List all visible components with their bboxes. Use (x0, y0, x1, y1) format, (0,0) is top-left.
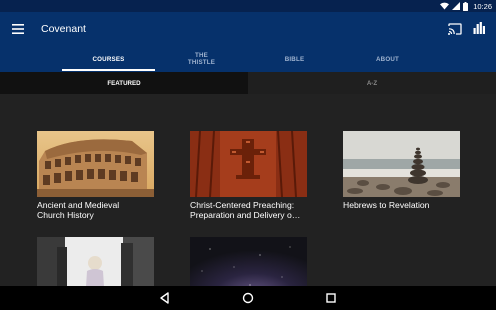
back-button[interactable] (158, 291, 172, 305)
app-bar: Covenant (0, 12, 496, 46)
subtab-featured[interactable]: FEATURED (0, 72, 248, 94)
sub-tabs: FEATURED A-Z (0, 72, 496, 94)
subtab-a-z[interactable]: A-Z (248, 72, 496, 94)
tab-bible-label: BIBLE (284, 55, 305, 63)
tab-about[interactable]: ABOUT (341, 46, 434, 72)
course-grid: Ancient and Medieval Church History Chri… (0, 94, 496, 286)
course-title-line1: Christ-Centered Preaching: (190, 200, 295, 210)
recents-button[interactable] (324, 291, 338, 305)
tab-thistle-label-line2: THISTLE (187, 59, 216, 66)
course-card-ancient-medieval[interactable]: Ancient and Medieval Church History (37, 131, 155, 220)
bar-chart-icon (473, 22, 485, 34)
active-tab-indicator (62, 69, 155, 71)
wooden-cross-thumbnail (190, 131, 307, 197)
course-card-christ-centered-preaching[interactable]: Christ-Centered Preaching: Preparation a… (190, 131, 308, 220)
menu-button[interactable] (11, 21, 25, 37)
course-card-hebrews-to-revelation[interactable]: Hebrews to Revelation (343, 131, 461, 210)
course-title-line1: Hebrews to Revelation (343, 200, 430, 210)
course-title-line1: Ancient and Medieval (37, 200, 120, 210)
menu-icon (12, 24, 24, 34)
home-icon (242, 292, 254, 304)
subtab-az-label: A-Z (366, 79, 378, 87)
course-title-line2: Preparation and Delivery o… (190, 210, 301, 220)
tab-about-label: ABOUT (376, 55, 399, 63)
tab-the-thistle[interactable]: THE THISTLE (155, 46, 248, 72)
back-icon (160, 292, 169, 304)
stacked-stones-thumbnail (343, 131, 460, 197)
colosseum-thumbnail (37, 131, 154, 197)
course-title: Christ-Centered Preaching: Preparation a… (190, 200, 308, 220)
battery-icon (463, 1, 469, 11)
family-walking-thumbnail (37, 237, 154, 286)
cast-icon (448, 23, 462, 35)
course-card-5[interactable] (190, 237, 308, 286)
subtab-featured-label: FEATURED (107, 79, 141, 87)
course-title-line2: Church History (37, 210, 94, 220)
course-card-4[interactable] (37, 237, 155, 286)
status-bar: 10:26 (0, 0, 496, 12)
cast-button[interactable] (447, 22, 463, 36)
course-title: Ancient and Medieval Church History (37, 200, 155, 220)
course-title: Hebrews to Revelation (343, 200, 461, 210)
stats-button[interactable] (472, 21, 486, 35)
home-button[interactable] (241, 291, 255, 305)
recents-icon (326, 293, 336, 303)
status-icons: 10:26 (440, 1, 492, 11)
tab-bible[interactable]: BIBLE (248, 46, 341, 72)
starry-sky-thumbnail (190, 237, 307, 286)
app-title: Covenant (41, 23, 86, 35)
system-nav-bar (0, 286, 496, 310)
status-time: 10:26 (473, 1, 492, 11)
signal-icon (452, 2, 461, 10)
tab-courses-label: COURSES (92, 55, 125, 63)
tab-thistle-label-line1: THE (195, 52, 208, 59)
wifi-icon (440, 2, 450, 10)
